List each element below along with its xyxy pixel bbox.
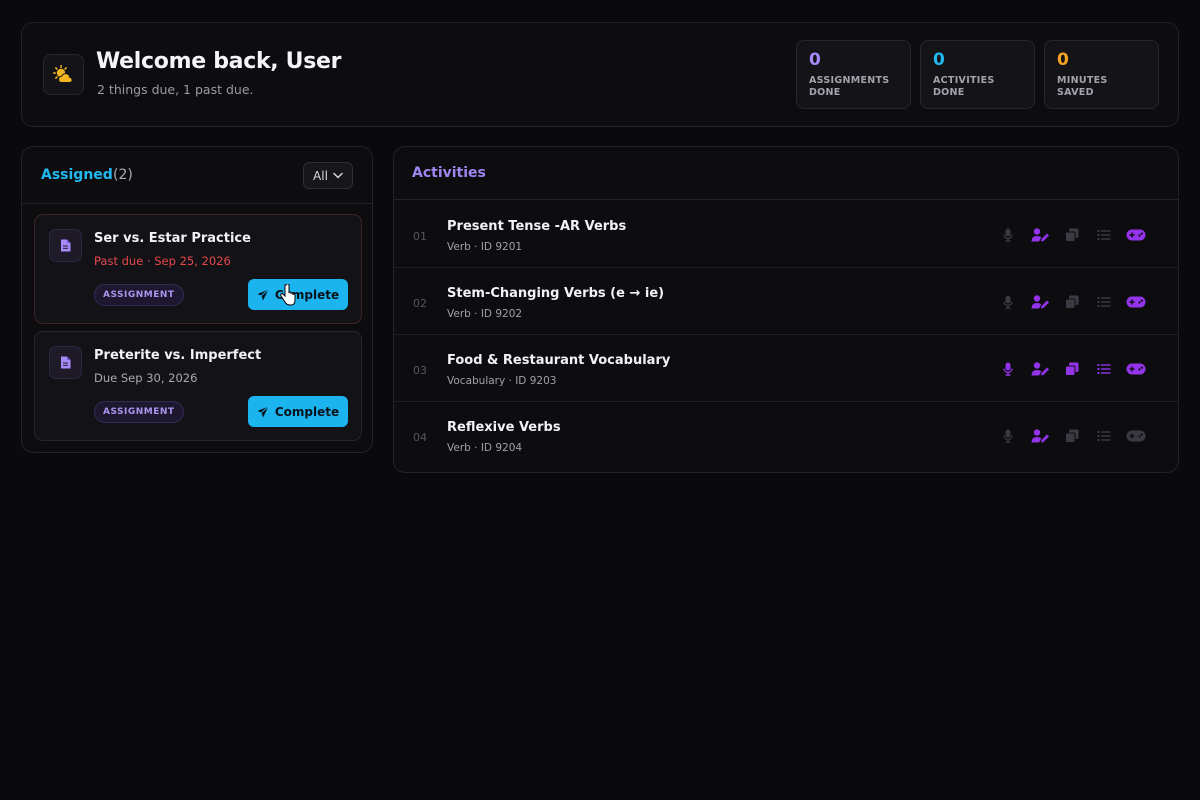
gamepad-icon[interactable] <box>1120 225 1152 245</box>
assignment-title: Ser vs. Estar Practice <box>94 231 251 246</box>
document-icon <box>49 229 82 262</box>
activities-header: Activities <box>394 147 1178 200</box>
gamepad-icon[interactable] <box>1120 292 1152 312</box>
assignment-due-date: Due Sep 30, 2026 <box>94 371 198 385</box>
activity-actions <box>992 292 1152 312</box>
activity-actions <box>992 426 1152 446</box>
assignment-card[interactable]: Ser vs. Estar Practice Past due · Sep 25… <box>34 214 362 324</box>
activity-name: Present Tense -AR Verbs <box>447 219 627 234</box>
copy-cards-icon[interactable] <box>1056 359 1088 379</box>
activity-number: 03 <box>413 364 427 377</box>
assignment-type-badge: ASSIGNMENT <box>94 284 184 306</box>
activity-meta: Vocabulary · ID 9203 <box>447 375 557 387</box>
assigned-panel: Assigned (2) All Ser vs. Estar Practice … <box>21 146 373 453</box>
activity-number: 01 <box>413 230 427 243</box>
weather-sun-cloud-icon <box>43 54 84 95</box>
stat-activities-done: 0 ACTIVITIES DONE <box>920 40 1035 109</box>
copy-cards-icon[interactable] <box>1056 292 1088 312</box>
user-edit-icon[interactable] <box>1024 359 1056 379</box>
complete-button-label: Complete <box>274 404 340 419</box>
list-icon[interactable] <box>1088 359 1120 379</box>
gamepad-icon[interactable] <box>1120 426 1152 446</box>
stat-value: 0 <box>933 50 945 70</box>
user-edit-icon[interactable] <box>1024 292 1056 312</box>
activities-panel: Activities 01 Present Tense -AR Verbs Ve… <box>393 146 1179 473</box>
activity-name: Reflexive Verbs <box>447 420 561 435</box>
welcome-header: Welcome back, User 2 things due, 1 past … <box>21 22 1179 127</box>
copy-cards-icon[interactable] <box>1056 225 1088 245</box>
complete-button-label: Complete <box>274 287 340 302</box>
assigned-header: Assigned (2) All <box>22 147 372 204</box>
microphone-icon[interactable] <box>992 292 1024 312</box>
complete-button[interactable]: Complete <box>248 396 348 427</box>
activity-actions <box>992 359 1152 379</box>
send-icon <box>257 288 269 300</box>
activity-meta: Verb · ID 9204 <box>447 442 523 454</box>
activities-title: Activities <box>412 165 486 181</box>
filter-value: All <box>313 168 328 183</box>
document-icon <box>49 346 82 379</box>
stat-label: ACTIVITIES DONE <box>933 75 995 98</box>
activity-number: 02 <box>413 297 427 310</box>
activity-row[interactable]: 01 Present Tense -AR Verbs Verb · ID 920… <box>394 201 1178 268</box>
microphone-icon[interactable] <box>992 225 1024 245</box>
stat-label: MINUTES SAVED <box>1057 75 1108 98</box>
assignment-card[interactable]: Preterite vs. Imperfect Due Sep 30, 2026… <box>34 331 362 441</box>
filter-dropdown[interactable]: All <box>303 162 353 189</box>
stat-assignments-done: 0 ASSIGNMENTS DONE <box>796 40 911 109</box>
complete-button[interactable]: Complete <box>248 279 348 310</box>
copy-cards-icon[interactable] <box>1056 426 1088 446</box>
assigned-count: (2) <box>113 167 133 183</box>
activity-row[interactable]: 04 Reflexive Verbs Verb · ID 9204 <box>394 402 1178 469</box>
activity-meta: Verb · ID 9201 <box>447 241 523 253</box>
list-icon[interactable] <box>1088 225 1120 245</box>
send-icon <box>257 405 269 417</box>
activity-name: Food & Restaurant Vocabulary <box>447 353 671 368</box>
stat-minutes-saved: 0 MINUTES SAVED <box>1044 40 1159 109</box>
assigned-title: Assigned <box>41 167 113 183</box>
microphone-icon[interactable] <box>992 359 1024 379</box>
stat-label: ASSIGNMENTS DONE <box>809 75 890 98</box>
chevron-down-icon <box>333 172 343 179</box>
stat-value: 0 <box>1057 50 1069 70</box>
list-icon[interactable] <box>1088 426 1120 446</box>
list-icon[interactable] <box>1088 292 1120 312</box>
assignment-due-date: Past due · Sep 25, 2026 <box>94 254 231 268</box>
activity-number: 04 <box>413 431 427 444</box>
stat-value: 0 <box>809 50 821 70</box>
assignment-type-badge: ASSIGNMENT <box>94 401 184 423</box>
user-edit-icon[interactable] <box>1024 225 1056 245</box>
activity-meta: Verb · ID 9202 <box>447 308 523 320</box>
activity-actions <box>992 225 1152 245</box>
microphone-icon[interactable] <box>992 426 1024 446</box>
activity-name: Stem-Changing Verbs (e → ie) <box>447 286 665 301</box>
page-title: Welcome back, User <box>96 49 342 74</box>
user-edit-icon[interactable] <box>1024 426 1056 446</box>
activity-row[interactable]: 03 Food & Restaurant Vocabulary Vocabula… <box>394 335 1178 402</box>
assignment-title: Preterite vs. Imperfect <box>94 348 262 363</box>
activity-row[interactable]: 02 Stem-Changing Verbs (e → ie) Verb · I… <box>394 268 1178 335</box>
due-summary: 2 things due, 1 past due. <box>97 82 254 97</box>
gamepad-icon[interactable] <box>1120 359 1152 379</box>
